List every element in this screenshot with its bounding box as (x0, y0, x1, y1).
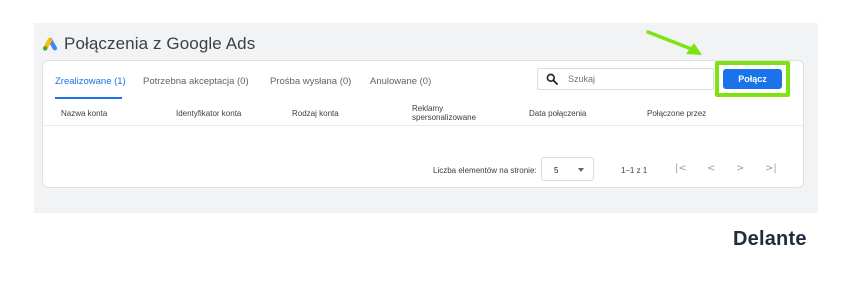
pagination-bar: Liczba elementów na stronie: 5 1–1 z 1 |… (43, 157, 803, 183)
previous-page-button[interactable]: < (707, 163, 715, 174)
annotation-arrow-icon (646, 30, 702, 55)
connect-button[interactable]: Połącz (723, 69, 782, 89)
connections-card: Zrealizowane (1) Potrzebna akceptacja (0… (42, 60, 804, 188)
column-personalized-ads-line2: spersonalizowane (412, 113, 477, 122)
column-personalized-ads-line1: Reklamy (412, 104, 444, 113)
column-connected-by[interactable]: Połączone przez (647, 109, 706, 118)
column-connection-date[interactable]: Data połączenia (529, 109, 586, 118)
brand-logo: Delante (733, 228, 807, 250)
next-page-button[interactable]: > (736, 163, 744, 174)
items-per-page-label: Liczba elementów na stronie: (433, 166, 537, 175)
table-header: Nazwa konta Identyfikator konta Rodzaj k… (43, 101, 803, 126)
page-size-value: 5 (554, 166, 559, 175)
column-account-type[interactable]: Rodzaj konta (292, 109, 339, 118)
google-ads-icon (42, 37, 58, 51)
page-header: Połączenia z Google Ads (42, 33, 255, 55)
connect-button-highlight: Połącz (715, 61, 790, 97)
last-page-button[interactable]: >| (765, 163, 777, 174)
search-icon (546, 73, 558, 85)
chevron-down-icon (578, 168, 584, 172)
page-title: Połączenia z Google Ads (64, 34, 256, 53)
active-tab-indicator (55, 97, 122, 99)
column-account-id[interactable]: Identyfikator konta (176, 109, 241, 118)
page-range: 1–1 z 1 (621, 166, 648, 175)
tab-request-sent[interactable]: Prośba wysłana (0) (270, 76, 351, 87)
page-size-select[interactable]: 5 (541, 157, 594, 181)
tab-completed[interactable]: Zrealizowane (1) (55, 76, 126, 87)
search-input[interactable] (568, 74, 688, 84)
first-page-button[interactable]: |< (675, 163, 687, 174)
search-box[interactable] (537, 68, 714, 90)
column-personalized-ads[interactable]: Reklamy spersonalizowane (412, 104, 476, 122)
tab-cancelled[interactable]: Anulowane (0) (370, 76, 431, 87)
column-account-name[interactable]: Nazwa konta (61, 109, 107, 118)
tab-needs-approval[interactable]: Potrzebna akceptacja (0) (143, 76, 249, 87)
